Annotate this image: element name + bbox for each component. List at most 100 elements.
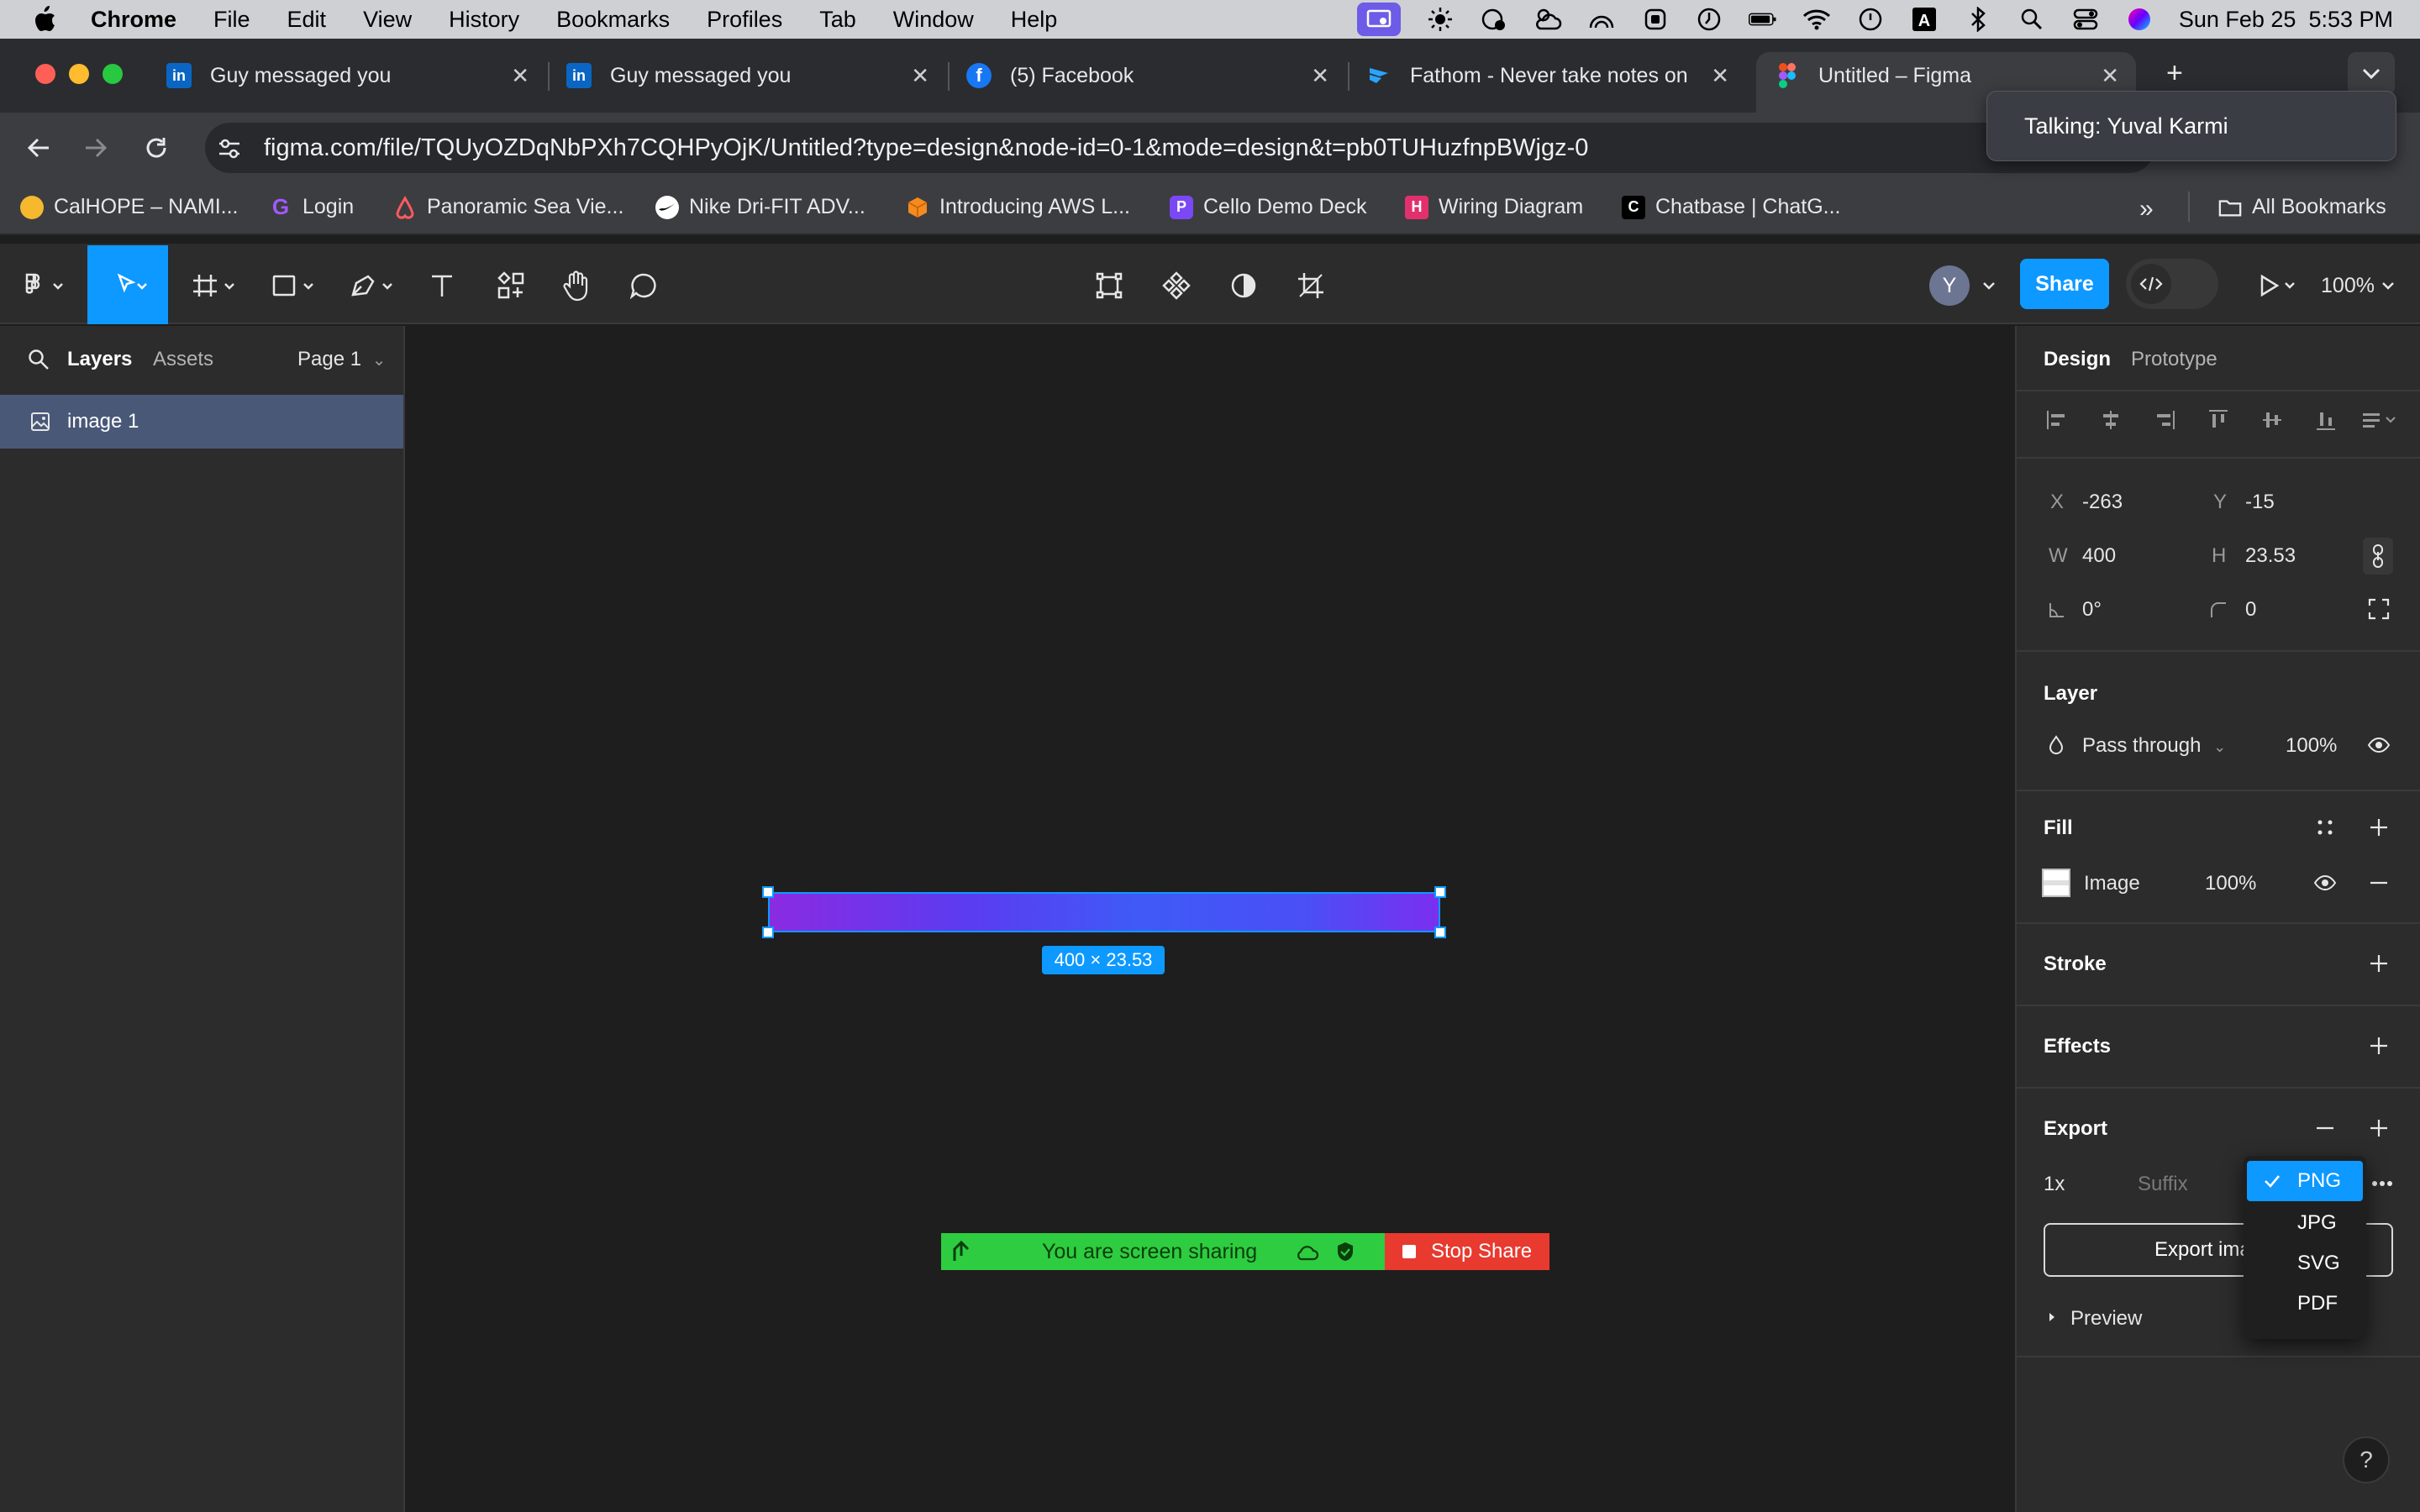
figma-main-menu[interactable] [18,247,69,324]
blend-mode-dropdown[interactable]: Pass through ⌄ [2082,734,2226,758]
add-fill-plus-icon[interactable] [2365,813,2393,842]
format-option-png[interactable]: PNG [2247,1161,2363,1201]
more-bookmarks-chevron-icon[interactable]: » [2139,195,2154,223]
remove-fill-minus-icon[interactable] [2365,869,2393,897]
bookmark-nike[interactable]: Nike Dri-FIT ADV... [655,195,865,219]
help-button[interactable]: ? [2343,1436,2390,1483]
fill-image-swatch[interactable] [2042,869,2070,897]
menu-bookmarks[interactable]: Bookmarks [556,7,670,33]
mask-icon[interactable] [1223,247,1264,324]
sun-icon[interactable] [1426,5,1455,34]
independent-corners-icon[interactable] [2365,595,2393,623]
eye-visibility-icon[interactable] [2365,731,2393,759]
tab-linkedin-1[interactable]: in Guy messaged you ✕ [166,54,529,97]
pen-tool-icon[interactable] [341,247,405,324]
bluetooth-icon[interactable] [1964,5,1992,34]
width-input[interactable]: 400 [2082,544,2116,568]
input-source-icon[interactable]: A [1910,5,1939,34]
tab-fathom[interactable]: Fathom - Never take notes on ✕ [1366,54,1729,97]
remove-export-minus-icon[interactable] [2311,1114,2339,1142]
menu-app-name[interactable]: Chrome [91,7,176,33]
tab-close-icon[interactable]: ✕ [2101,63,2119,89]
all-bookmarks-button[interactable]: All Bookmarks [2218,195,2386,219]
wifi-icon[interactable] [1802,5,1831,34]
menu-edit[interactable]: Edit [287,7,327,33]
add-effect-plus-icon[interactable] [2365,1032,2393,1060]
resize-handle-top-left[interactable] [762,886,774,898]
corner-radius-input[interactable]: 0 [2245,598,2256,622]
bookmark-chatbase[interactable]: C Chatbase | ChatG... [1622,195,1841,219]
spotlight-search-icon[interactable] [2018,5,2046,34]
align-right-icon[interactable] [2149,405,2180,435]
tab-close-icon[interactable]: ✕ [1311,63,1329,89]
resources-tool-icon[interactable] [489,247,533,324]
tab-prototype[interactable]: Prototype [2131,348,2217,371]
fill-opacity-input[interactable]: 100% [2205,872,2256,895]
export-suffix-input[interactable]: Suffix [2138,1173,2188,1196]
grammarly-icon[interactable] [1480,5,1508,34]
stop-share-button[interactable]: Stop Share [1385,1233,1549,1270]
format-option-svg[interactable]: SVG [2244,1243,2366,1284]
present-play-icon[interactable] [2252,247,2302,324]
hand-tool-icon[interactable] [555,247,598,324]
add-stroke-plus-icon[interactable] [2365,949,2393,978]
menu-tab[interactable]: Tab [819,7,856,33]
page-selector[interactable]: Page 1 ⌄ [297,348,387,371]
site-settings-icon[interactable] [215,134,244,163]
rotation-input[interactable]: 0° [2082,598,2102,622]
gauge-icon[interactable] [1587,5,1616,34]
bookmark-wiring[interactable]: H Wiring Diagram [1405,195,1583,219]
x-input[interactable]: -263 [2082,491,2123,514]
frame-tool-icon[interactable] [183,247,247,324]
preview-chevron-right-icon[interactable] [2044,1307,2060,1327]
weather-icon[interactable] [1534,5,1562,34]
menubar-clock[interactable]: Sun Feb 25 5:53 PM [2179,7,2393,33]
window-zoom-button[interactable] [103,64,123,84]
preview-toggle[interactable]: Preview [2070,1307,2142,1331]
bookmark-calhope[interactable]: CalHOPE – NAMI... [20,195,239,219]
align-top-icon[interactable] [2203,405,2233,435]
url-text[interactable]: figma.com/file/TQUyOZDqNbPXh7CQHPyOjK/Un… [264,134,1588,162]
square-app-icon[interactable] [1641,5,1670,34]
reload-icon[interactable] [139,131,173,165]
back-arrow-icon[interactable] [22,131,55,165]
frame-selection-icon[interactable] [1089,247,1129,324]
format-option-pdf[interactable]: PDF [2244,1284,2366,1324]
new-tab-plus-icon[interactable]: + [2166,57,2183,90]
screen-share-icon[interactable] [1356,3,1401,36]
screen-share-notice[interactable]: You are screen sharing [941,1233,1385,1270]
clock-app-icon[interactable] [1695,5,1723,34]
resize-handle-bottom-right[interactable] [1434,927,1446,938]
component-icon[interactable] [1156,247,1197,324]
search-icon[interactable] [25,346,52,373]
tab-design[interactable]: Design [2044,348,2111,371]
forward-arrow-icon[interactable] [79,131,113,165]
dev-mode-toggle[interactable] [2126,259,2218,309]
align-left-icon[interactable] [2042,405,2072,435]
zoom-dropdown[interactable]: 100% [2316,247,2400,324]
bookmark-login[interactable]: G Login [269,194,354,219]
rectangle-tool-icon[interactable] [262,247,326,324]
tab-linkedin-2[interactable]: in Guy messaged you ✕ [566,54,929,97]
battery-icon[interactable] [1748,5,1777,34]
fill-eye-icon[interactable] [2311,869,2339,897]
avatar-chevron-icon[interactable] [1978,247,2000,324]
export-scale-input[interactable]: 1x [2044,1173,2065,1196]
menu-file[interactable]: File [213,7,250,33]
menu-history[interactable]: History [449,7,519,33]
constrain-proportions-link-icon[interactable] [2363,538,2393,575]
bookmark-aws[interactable]: Introducing AWS L... [906,195,1130,219]
layer-opacity-input[interactable]: 100% [2286,734,2337,758]
tab-layers[interactable]: Layers [67,348,132,371]
resize-handle-bottom-left[interactable] [762,927,774,938]
format-option-jpg[interactable]: JPG [2244,1203,2366,1243]
layer-row-image-1[interactable] [0,395,403,449]
menu-profiles[interactable]: Profiles [707,7,782,33]
tab-close-icon[interactable]: ✕ [1711,63,1729,89]
fill-type-label[interactable]: Image [2084,872,2140,895]
tab-facebook[interactable]: f (5) Facebook ✕ [966,54,1329,97]
align-vertical-center-icon[interactable] [2257,405,2287,435]
add-export-plus-icon[interactable] [2365,1114,2393,1142]
move-tool-icon[interactable] [87,247,168,324]
window-close-button[interactable] [35,64,55,84]
